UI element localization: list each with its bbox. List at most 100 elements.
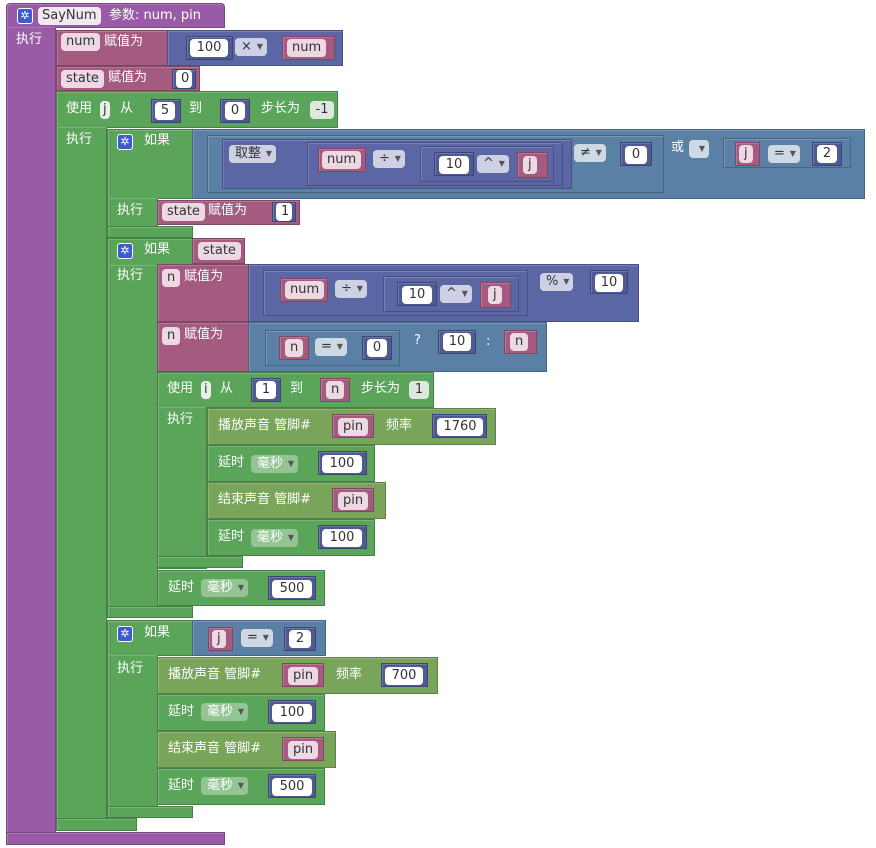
use-label: 使用 [167, 381, 194, 396]
gear-icon[interactable] [117, 626, 133, 642]
power-operator[interactable]: ^ [477, 155, 509, 173]
number-0[interactable]: 0 [625, 146, 647, 164]
ms-dropdown[interactable]: 毫秒 [251, 455, 299, 473]
n-var-field[interactable]: n [510, 333, 529, 351]
freq-label: 频率 [336, 667, 363, 682]
pin-var-field[interactable]: pin [338, 492, 369, 510]
exec-label: 执行 [117, 203, 144, 218]
number-700[interactable]: 700 [385, 667, 423, 685]
mod-operator[interactable]: % [540, 273, 574, 291]
num-var-field[interactable]: num [285, 281, 325, 299]
state-var-field[interactable]: state [61, 70, 104, 88]
n-var-field[interactable]: n [285, 339, 304, 357]
number-1[interactable]: 1 [256, 381, 276, 399]
divide-operator[interactable]: ÷ [373, 150, 405, 168]
delay-label: 延时 [218, 455, 245, 470]
gear-icon[interactable] [117, 134, 133, 150]
number-0[interactable]: 0 [176, 70, 192, 88]
from-label: 从 [120, 101, 134, 116]
assign-label: 赋值为 [184, 327, 224, 342]
eq-operator[interactable]: = [315, 338, 347, 356]
number-10[interactable]: 10 [402, 286, 432, 304]
j-var-field[interactable]: j [212, 630, 226, 648]
number-10[interactable]: 10 [439, 156, 469, 174]
exec-label: 执行 [66, 132, 93, 147]
eq-operator[interactable]: = [768, 145, 800, 163]
ternary-question-label: ? [414, 333, 421, 348]
divide-operator[interactable]: ÷ [335, 280, 367, 298]
j-var-field[interactable]: j [523, 156, 537, 174]
number-2[interactable]: 2 [289, 630, 311, 648]
step-label: 步长为 [261, 101, 301, 116]
number-0[interactable]: 0 [225, 102, 245, 120]
assign-label: 赋值为 [208, 203, 248, 218]
number-0[interactable]: 0 [367, 339, 387, 357]
number-100[interactable]: 100 [322, 455, 362, 473]
delay-label: 延时 [168, 580, 195, 595]
number-10[interactable]: 10 [595, 274, 623, 292]
ne-operator[interactable]: ≠ [574, 144, 606, 162]
number-500[interactable]: 500 [272, 778, 312, 796]
i-var-field[interactable]: i [201, 381, 211, 399]
gear-icon[interactable] [17, 8, 33, 24]
n-var-field[interactable]: n [162, 269, 181, 287]
n-var-field[interactable]: n [162, 327, 181, 345]
gear-icon[interactable] [117, 243, 133, 259]
procedure-name-field[interactable]: SayNum [38, 7, 101, 25]
number-neg1[interactable]: -1 [310, 101, 334, 119]
from-label: 从 [220, 381, 234, 396]
pin-var-field[interactable]: pin [338, 418, 369, 436]
for-loop-i-body [157, 407, 207, 569]
for-loop-body-left [56, 127, 107, 822]
delay-label: 延时 [168, 778, 195, 793]
num-var-field[interactable]: num [61, 33, 101, 51]
j-var-field[interactable]: j [739, 145, 753, 163]
state-var-field[interactable]: state [198, 242, 241, 260]
play-tone-label: 播放声音 管脚# [168, 667, 262, 682]
number-1760[interactable]: 1760 [437, 418, 483, 436]
step-label: 步长为 [361, 381, 401, 396]
n-var-field[interactable]: n [326, 381, 345, 399]
power-operator[interactable]: ^ [440, 285, 472, 303]
procedure-footer [6, 832, 225, 845]
number-5[interactable]: 5 [155, 102, 175, 120]
pin-var-field[interactable]: pin [288, 741, 319, 759]
exec-label: 执行 [117, 268, 144, 283]
delay-label: 延时 [218, 529, 245, 544]
number-1[interactable]: 1 [409, 381, 429, 399]
stop-tone-label: 结束声音 管脚# [168, 741, 262, 756]
num-var-field[interactable]: num [287, 39, 327, 57]
number-100[interactable]: 100 [272, 704, 312, 722]
or-operator[interactable] [689, 140, 709, 158]
round-dropdown[interactable]: 取整 [229, 145, 277, 163]
assign-label: 赋值为 [108, 70, 148, 85]
j-var-field[interactable]: j [100, 101, 110, 119]
j-var-field[interactable]: j [488, 286, 502, 304]
delay-label: 延时 [168, 704, 195, 719]
play-tone-label: 播放声音 管脚# [218, 418, 312, 433]
number-500[interactable]: 500 [272, 580, 312, 598]
number-2[interactable]: 2 [817, 145, 837, 163]
assign-label: 赋值为 [104, 34, 144, 49]
if-label: 如果 [144, 625, 171, 640]
multiply-operator[interactable]: × [235, 38, 267, 56]
ms-dropdown[interactable]: 毫秒 [251, 529, 299, 547]
number-100[interactable]: 100 [190, 39, 228, 57]
exec-label: 执行 [117, 661, 144, 676]
number-1[interactable]: 1 [276, 203, 292, 221]
if-block-3-body [107, 655, 158, 815]
ms-dropdown[interactable]: 毫秒 [201, 579, 249, 597]
ms-dropdown[interactable]: 毫秒 [201, 777, 249, 795]
procedure-body-left [6, 27, 56, 837]
number-10[interactable]: 10 [443, 333, 471, 351]
state-var-field[interactable]: state [162, 203, 205, 221]
if-block-2-body [107, 265, 158, 611]
ms-dropdown[interactable]: 毫秒 [201, 703, 249, 721]
number-100[interactable]: 100 [322, 529, 362, 547]
if-label: 如果 [144, 242, 171, 257]
to-label: 到 [290, 381, 304, 396]
freq-label: 频率 [386, 418, 413, 433]
eq-operator[interactable]: = [241, 629, 273, 647]
pin-var-field[interactable]: pin [288, 667, 319, 685]
num-var-field[interactable]: num [322, 151, 362, 169]
